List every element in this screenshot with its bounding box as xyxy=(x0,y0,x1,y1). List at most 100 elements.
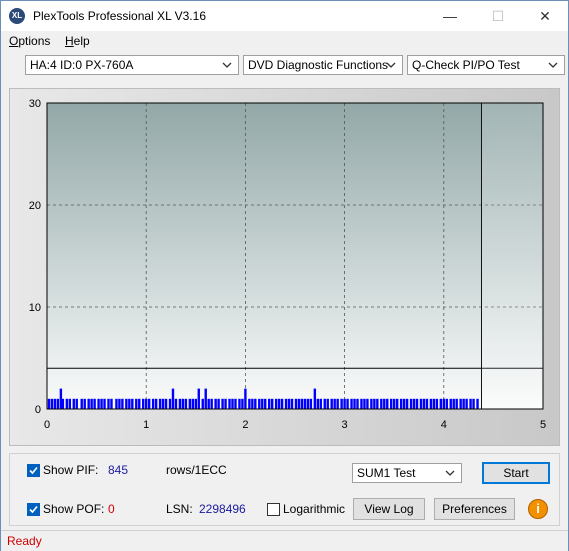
menu-help[interactable]: Help xyxy=(65,34,90,48)
data-bar xyxy=(425,398,429,409)
data-bar xyxy=(465,398,468,409)
data-bar xyxy=(158,398,162,409)
pif-value: 845 xyxy=(108,463,129,477)
menu-options[interactable]: Options xyxy=(9,34,50,48)
data-bar xyxy=(472,398,475,409)
data-bar xyxy=(306,398,310,409)
y-tick-label: 30 xyxy=(29,98,41,110)
data-bar xyxy=(204,388,207,409)
data-bar xyxy=(254,398,257,409)
data-bar xyxy=(390,398,393,409)
data-bar xyxy=(353,398,356,409)
data-bar xyxy=(395,398,399,409)
data-bar xyxy=(383,398,386,409)
data-bar xyxy=(97,398,100,409)
data-bar xyxy=(68,398,72,409)
title-bar[interactable]: XL PlexTools Professional XL V3.16 — ☐ ✕ xyxy=(1,1,568,31)
chevron-down-icon xyxy=(445,464,457,482)
data-bar xyxy=(56,398,60,409)
close-icon[interactable]: ✕ xyxy=(522,1,568,31)
data-bar xyxy=(178,398,182,409)
data-bar xyxy=(323,398,326,409)
data-bar xyxy=(47,398,51,409)
data-bar xyxy=(370,398,373,409)
data-bar xyxy=(439,398,443,409)
data-bar xyxy=(405,398,409,409)
data-bar xyxy=(432,398,436,409)
data-bar xyxy=(333,398,336,409)
function-select[interactable]: DVD Diagnostic Functions xyxy=(243,55,403,75)
data-bar xyxy=(297,398,301,409)
data-bar xyxy=(469,398,472,409)
data-bar xyxy=(197,388,200,409)
data-bar xyxy=(445,398,448,409)
data-bar xyxy=(118,398,121,409)
app-logo-icon: XL xyxy=(9,8,25,24)
data-bar xyxy=(238,398,241,409)
info-icon[interactable]: i xyxy=(528,499,548,519)
data-bar xyxy=(409,398,413,409)
data-bar xyxy=(449,398,452,409)
data-bar xyxy=(326,398,329,409)
data-bar xyxy=(142,398,145,409)
chevron-down-icon xyxy=(386,56,398,74)
data-bar xyxy=(115,398,118,409)
data-bar xyxy=(161,398,165,409)
data-bar xyxy=(280,398,284,409)
data-bar xyxy=(135,398,138,409)
data-bar xyxy=(346,398,349,409)
data-bar xyxy=(294,398,298,409)
logarithmic-checkbox[interactable] xyxy=(267,503,280,516)
data-bar xyxy=(50,398,54,409)
data-bar xyxy=(429,398,433,409)
data-bar xyxy=(366,398,369,409)
x-tick-label: 5 xyxy=(540,419,546,431)
data-bar xyxy=(214,398,217,409)
data-bar xyxy=(83,398,86,409)
data-bar xyxy=(386,398,389,409)
data-bar xyxy=(234,398,237,409)
data-bar xyxy=(261,398,264,409)
window-title: PlexTools Professional XL V3.16 xyxy=(33,9,206,23)
data-bar xyxy=(360,398,363,409)
data-bar xyxy=(61,398,65,409)
data-bar xyxy=(80,398,83,409)
x-tick-label: 2 xyxy=(242,419,248,431)
data-bar xyxy=(228,398,231,409)
data-bar xyxy=(110,398,113,409)
status-text: Ready xyxy=(7,534,42,548)
preferences-button[interactable]: Preferences xyxy=(434,498,515,520)
lsn-value: 2298496 xyxy=(199,502,246,516)
menu-bar: Options Help xyxy=(1,31,568,51)
data-bar xyxy=(181,398,185,409)
data-bar xyxy=(363,398,366,409)
x-tick-label: 4 xyxy=(441,419,447,431)
chevron-down-icon xyxy=(548,56,560,74)
data-bar xyxy=(270,398,274,409)
data-bar xyxy=(316,398,320,409)
data-bar xyxy=(350,398,353,409)
data-bar xyxy=(131,398,134,409)
data-bar xyxy=(138,398,141,409)
data-bar xyxy=(168,398,172,409)
show-pif-checkbox[interactable] xyxy=(27,464,40,477)
data-bar xyxy=(356,398,359,409)
sum-test-select[interactable]: SUM1 Test xyxy=(352,463,462,483)
start-button[interactable]: Start xyxy=(482,462,550,484)
data-bar xyxy=(251,398,254,409)
y-tick-label: 20 xyxy=(29,200,41,212)
test-select[interactable]: Q-Check PI/PO Test xyxy=(407,55,565,75)
data-bar xyxy=(336,398,339,409)
data-bar xyxy=(90,398,93,409)
y-tick-label: 0 xyxy=(35,404,41,416)
data-bar xyxy=(380,398,383,409)
drive-select[interactable]: HA:4 ID:0 PX-760A xyxy=(25,55,239,75)
data-bar xyxy=(100,398,103,409)
minimize-icon[interactable]: — xyxy=(427,1,473,31)
data-bar xyxy=(376,398,379,409)
data-bar xyxy=(107,398,110,409)
app-window: XL PlexTools Professional XL V3.16 — ☐ ✕… xyxy=(0,0,569,551)
view-log-button[interactable]: View Log xyxy=(353,498,425,520)
data-bar xyxy=(373,398,376,409)
show-pof-checkbox[interactable] xyxy=(27,503,40,516)
